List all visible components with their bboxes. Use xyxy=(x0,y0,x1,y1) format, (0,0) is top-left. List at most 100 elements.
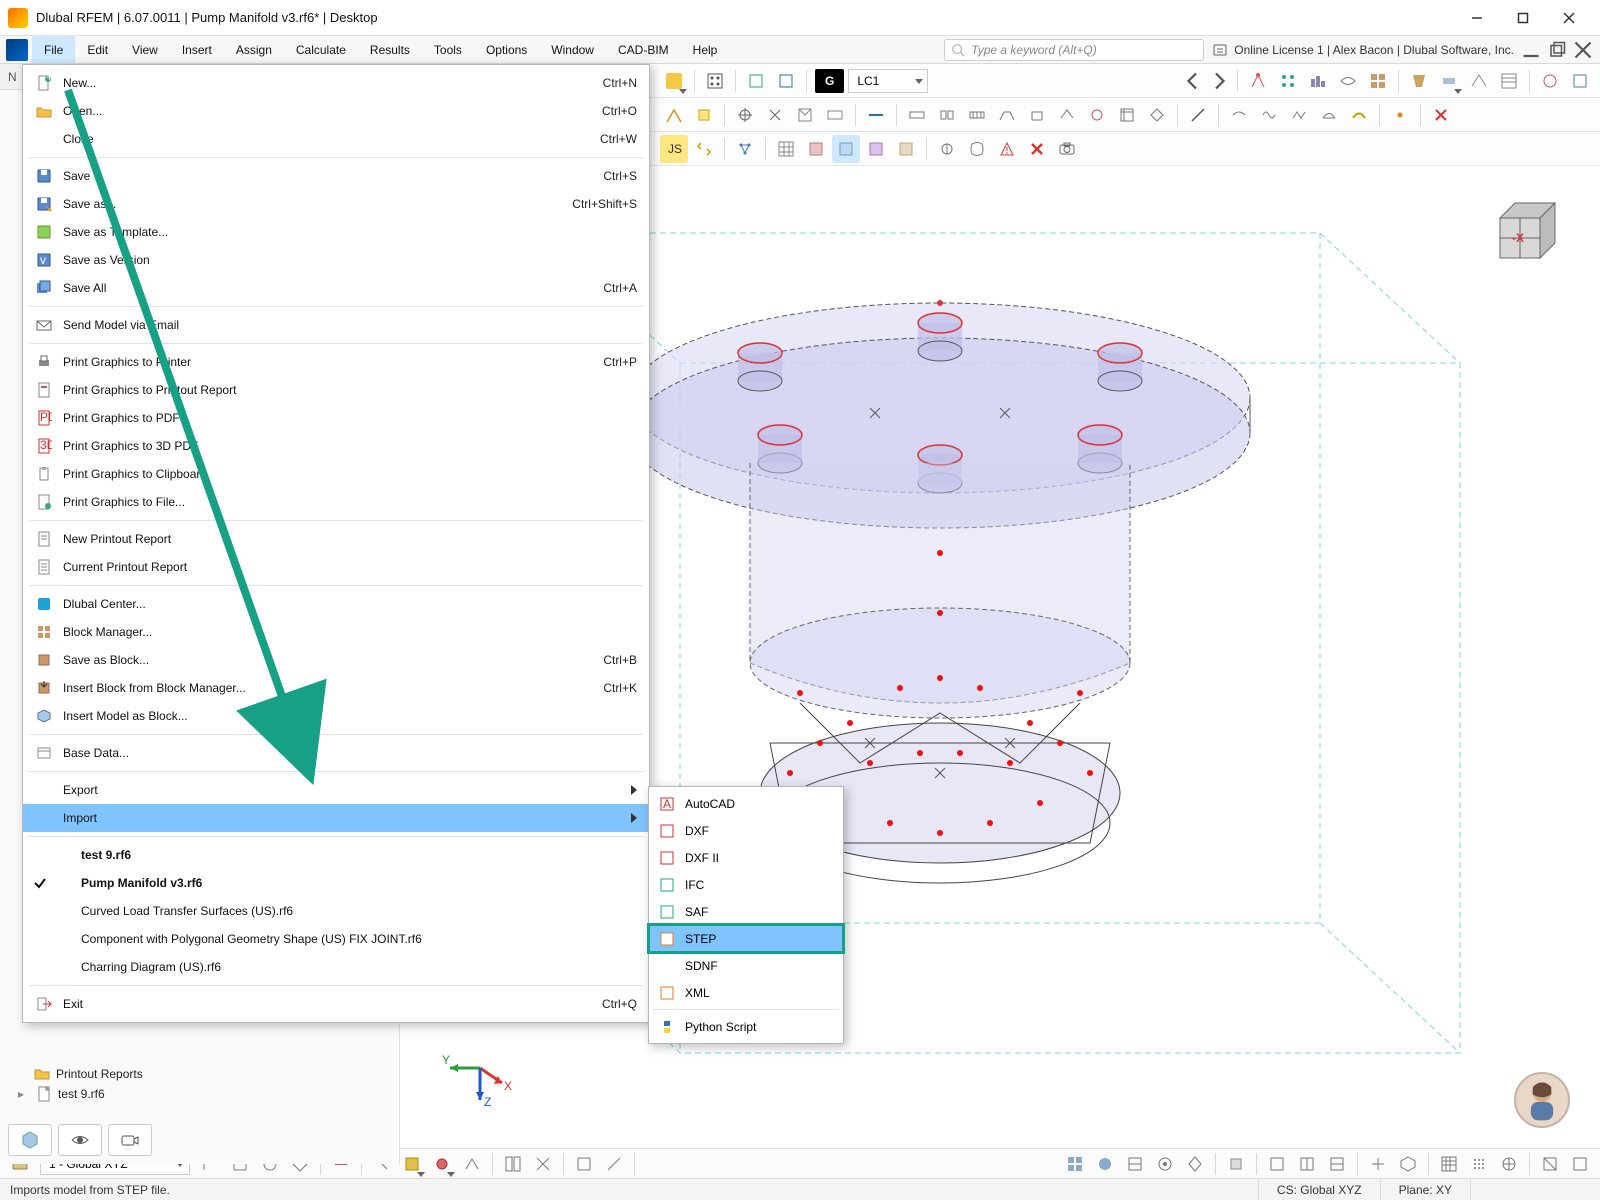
tool-button[interactable] xyxy=(993,135,1021,163)
import-dxf2[interactable]: DXF II xyxy=(649,844,843,871)
file-menu-save-version[interactable]: vSave as Version xyxy=(23,246,649,274)
menu-help[interactable]: Help xyxy=(681,36,730,63)
menu-options[interactable]: Options xyxy=(474,36,539,63)
tool-button[interactable] xyxy=(1465,1150,1493,1178)
tool-button[interactable] xyxy=(1394,1150,1422,1178)
file-menu-block-manager[interactable]: Block Manager... xyxy=(23,618,649,646)
tool-button[interactable] xyxy=(1023,101,1051,129)
file-menu-saveas[interactable]: Save as...Ctrl+Shift+S xyxy=(23,190,649,218)
file-menu-exit[interactable]: ExitCtrl+Q xyxy=(23,990,649,1018)
tool-button[interactable] xyxy=(1566,67,1594,95)
file-menu-save[interactable]: SaveCtrl+S xyxy=(23,162,649,190)
tool-button[interactable] xyxy=(1091,1150,1119,1178)
orientation-cube[interactable]: -X xyxy=(1480,188,1570,278)
tool-button[interactable] xyxy=(1345,101,1373,129)
tool-button[interactable] xyxy=(892,135,920,163)
close-button[interactable] xyxy=(1546,3,1592,33)
tool-button[interactable] xyxy=(1061,1150,1089,1178)
tool-button[interactable] xyxy=(1285,101,1313,129)
tool-button[interactable] xyxy=(963,135,991,163)
file-menu-current-report[interactable]: Current Printout Report xyxy=(23,553,649,581)
tool-button[interactable] xyxy=(1274,67,1302,95)
tool-button[interactable] xyxy=(791,101,819,129)
tool-button[interactable] xyxy=(1566,1150,1594,1178)
tool-button[interactable] xyxy=(821,101,849,129)
menu-assign[interactable]: Assign xyxy=(224,36,284,63)
file-menu-open[interactable]: Open...Ctrl+O xyxy=(23,97,649,125)
mdi-restore-button[interactable] xyxy=(1548,41,1566,59)
tool-button[interactable] xyxy=(731,135,759,163)
file-menu-close[interactable]: CloseCtrl+W xyxy=(23,125,649,153)
tool-button[interactable] xyxy=(398,1150,426,1178)
tool-button[interactable] xyxy=(933,135,961,163)
tool-button[interactable] xyxy=(1053,101,1081,129)
tool-button[interactable] xyxy=(1536,1150,1564,1178)
tool-button[interactable] xyxy=(458,1150,486,1178)
tool-button[interactable] xyxy=(1364,67,1392,95)
tool-button[interactable] xyxy=(862,135,890,163)
file-menu-print-pdf[interactable]: PDFPrint Graphics to PDF xyxy=(23,404,649,432)
tool-button[interactable] xyxy=(1222,1150,1250,1178)
menu-window[interactable]: Window xyxy=(539,36,606,63)
tool-button[interactable] xyxy=(993,101,1021,129)
panel-tab-button[interactable] xyxy=(58,1124,102,1156)
import-saf[interactable]: SAF xyxy=(649,898,843,925)
tool-button[interactable] xyxy=(1263,1150,1291,1178)
tool-button[interactable] xyxy=(701,67,729,95)
mdi-minimize-button[interactable] xyxy=(1522,41,1540,59)
tool-button[interactable] xyxy=(1304,67,1332,95)
maximize-button[interactable] xyxy=(1500,3,1546,33)
tool-button[interactable] xyxy=(1293,1150,1321,1178)
file-menu-recent[interactable]: Pump Manifold v3.rf6 xyxy=(23,869,649,897)
tool-button[interactable] xyxy=(1255,101,1283,129)
delete-button[interactable] xyxy=(1427,101,1455,129)
tool-button[interactable] xyxy=(1435,67,1463,95)
tool-button[interactable] xyxy=(1364,1150,1392,1178)
tool-button[interactable] xyxy=(600,1150,628,1178)
file-menu-export[interactable]: Export xyxy=(23,776,649,804)
file-menu-new[interactable]: +New...Ctrl+N xyxy=(23,69,649,97)
tool-button[interactable] xyxy=(1495,67,1523,95)
file-menu-save-block[interactable]: Save as Block...Ctrl+B xyxy=(23,646,649,674)
file-menu-print-3dpdf[interactable]: 3DPrint Graphics to 3D PDF xyxy=(23,432,649,460)
tool-button[interactable] xyxy=(1386,101,1414,129)
tool-button[interactable] xyxy=(772,135,800,163)
file-menu-base-data[interactable]: Base Data... xyxy=(23,739,649,767)
tool-button[interactable] xyxy=(1143,101,1171,129)
tool-button[interactable] xyxy=(742,67,770,95)
panel-tab-button[interactable] xyxy=(108,1124,152,1156)
assistant-avatar[interactable] xyxy=(1514,1072,1570,1128)
minimize-button[interactable] xyxy=(1454,3,1500,33)
panel-tab-button[interactable] xyxy=(8,1124,52,1156)
tool-button[interactable] xyxy=(802,135,830,163)
nav-next-button[interactable] xyxy=(1207,69,1231,93)
tool-button[interactable] xyxy=(761,101,789,129)
tool-button[interactable] xyxy=(963,101,991,129)
delete-button[interactable] xyxy=(1023,135,1051,163)
file-menu-print-report[interactable]: Print Graphics to Printout Report xyxy=(23,376,649,404)
file-menu-new-report[interactable]: New Printout Report xyxy=(23,525,649,553)
menu-cadbim[interactable]: CAD-BIM xyxy=(606,36,681,63)
tool-button[interactable]: JS xyxy=(660,135,688,163)
file-menu-send-email[interactable]: Send Model via Email xyxy=(23,311,649,339)
file-menu-insert-block[interactable]: Insert Block from Block Manager...Ctrl+K xyxy=(23,674,649,702)
camera-button[interactable] xyxy=(1053,135,1081,163)
loadcase-select[interactable]: LC1 xyxy=(848,69,928,93)
tool-button[interactable] xyxy=(1465,67,1493,95)
import-step[interactable]: STEP xyxy=(649,925,843,952)
tool-button[interactable] xyxy=(772,67,800,95)
file-menu-save-all[interactable]: Save AllCtrl+A xyxy=(23,274,649,302)
navigator-tree[interactable]: Printout Reports ▸ test 9.rf6 xyxy=(8,1064,391,1104)
tool-button[interactable] xyxy=(1083,101,1111,129)
file-menu-print-printer[interactable]: Print Graphics to PrinterCtrl+P xyxy=(23,348,649,376)
file-menu-print-clipboard[interactable]: Print Graphics to Clipboard xyxy=(23,460,649,488)
tool-button[interactable] xyxy=(690,135,718,163)
import-xml[interactable]: XML xyxy=(649,979,843,1006)
menu-calculate[interactable]: Calculate xyxy=(284,36,358,63)
tool-button[interactable] xyxy=(1184,101,1212,129)
tool-button[interactable] xyxy=(660,101,688,129)
tree-item[interactable]: Printout Reports xyxy=(8,1064,391,1084)
tool-button[interactable] xyxy=(1181,1150,1209,1178)
file-menu-dlubal-center[interactable]: Dlubal Center... xyxy=(23,590,649,618)
import-ifc[interactable]: IFC xyxy=(649,871,843,898)
